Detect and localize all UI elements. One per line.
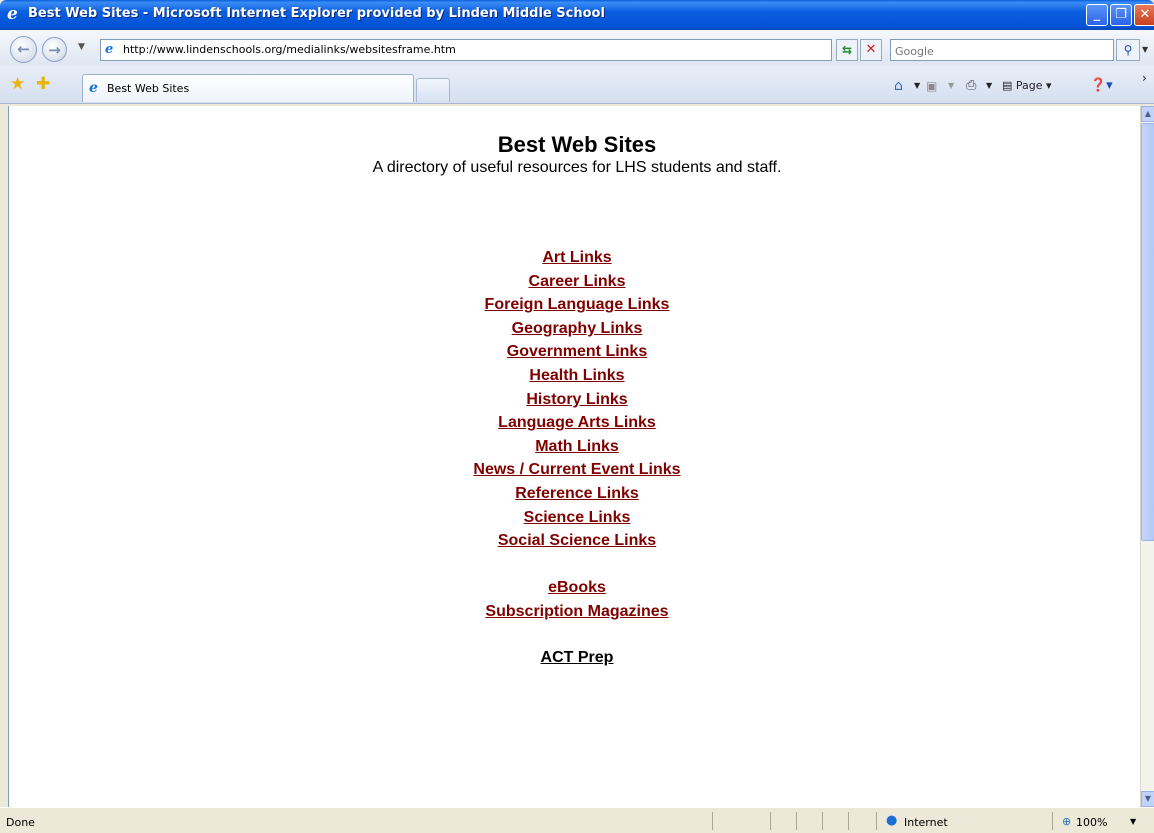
science-links-link[interactable]: Science Links xyxy=(524,509,631,526)
resource-link-list: eBooks Subscription Magazines xyxy=(9,576,1140,623)
stop-icon: ✕ xyxy=(865,42,877,57)
career-links-link[interactable]: Career Links xyxy=(529,273,626,290)
tab-label: Best Web Sites xyxy=(107,82,190,95)
stop-button[interactable]: ✕ xyxy=(860,39,882,61)
list-item: Math Links xyxy=(9,435,1140,459)
list-item: Career Links xyxy=(9,270,1140,294)
page-menu-button[interactable]: ▤ Page ▾ xyxy=(1002,78,1052,94)
favorites-star-icon[interactable]: ★ xyxy=(10,76,25,93)
act-prep-item: ACT Prep xyxy=(9,649,1140,667)
news-current-event-links-link[interactable]: News / Current Event Links xyxy=(473,461,680,478)
scrollbar-thumb[interactable] xyxy=(1141,123,1154,541)
refresh-icon: ⇆ xyxy=(841,43,853,57)
recent-pages-dropdown[interactable]: ▼ xyxy=(78,42,85,52)
list-item: eBooks xyxy=(9,576,1140,600)
search-options-dropdown[interactable]: ▼ xyxy=(1142,45,1148,54)
maximize-button[interactable]: ❐ xyxy=(1110,4,1132,26)
status-divider xyxy=(876,812,877,830)
title-bar: e Best Web Sites - Microsoft Internet Ex… xyxy=(0,0,1154,30)
back-button[interactable]: ← xyxy=(10,36,37,63)
subscription-magazines-link[interactable]: Subscription Magazines xyxy=(485,603,668,620)
feeds-icon[interactable]: ▣ xyxy=(926,78,937,94)
list-item: Subscription Magazines xyxy=(9,600,1140,624)
subject-link-list: Art Links Career Links Foreign Language … xyxy=(9,246,1140,553)
browser-window: e Best Web Sites - Microsoft Internet Ex… xyxy=(0,0,1154,833)
help-icon[interactable]: ❓▾ xyxy=(1090,78,1113,94)
list-item: News / Current Event Links xyxy=(9,458,1140,482)
forward-arrow-icon: → xyxy=(48,41,61,59)
address-text[interactable]: http://www.lindenschools.org/medialinks/… xyxy=(123,43,456,56)
list-item: Government Links xyxy=(9,340,1140,364)
list-item: Health Links xyxy=(9,364,1140,388)
list-item: Foreign Language Links xyxy=(9,293,1140,317)
tab-best-web-sites[interactable]: e Best Web Sites xyxy=(82,74,414,102)
status-divider xyxy=(1052,812,1053,830)
geography-links-link[interactable]: Geography Links xyxy=(512,320,643,337)
window-title: Best Web Sites - Microsoft Internet Expl… xyxy=(28,6,605,21)
tab-toolbar: ★ ✚ e Best Web Sites ⌂ ▼ ▣ ▼ ⎙ ▼ ▤ Page … xyxy=(0,66,1154,104)
page-menu-label: Page xyxy=(1015,79,1043,92)
search-icon: ⚲ xyxy=(1123,43,1133,57)
status-divider xyxy=(822,812,823,830)
security-zone: Internet xyxy=(904,816,948,829)
history-links-link[interactable]: History Links xyxy=(526,391,627,408)
add-favorites-icon[interactable]: ✚ xyxy=(36,76,50,93)
status-bar: Done ● Internet ⊕ 100% ▼ xyxy=(0,807,1154,833)
page-content: Best Web Sites A directory of useful res… xyxy=(8,106,1140,807)
page-menu-icon: ▤ xyxy=(1002,79,1013,92)
chevron-more-icon[interactable]: › xyxy=(1142,70,1147,86)
close-button[interactable]: ✕ xyxy=(1134,4,1154,26)
address-toolbar: ← → ▼ e http://www.lindenschools.org/med… xyxy=(0,30,1154,66)
home-dropdown[interactable]: ▼ xyxy=(914,78,920,94)
home-icon[interactable]: ⌂ xyxy=(894,78,903,94)
math-links-link[interactable]: Math Links xyxy=(535,438,619,455)
back-arrow-icon: ← xyxy=(17,40,30,58)
scroll-up-button[interactable]: ▲ xyxy=(1141,106,1154,122)
act-prep-link[interactable]: ACT Prep xyxy=(541,649,614,666)
print-dropdown[interactable]: ▼ xyxy=(986,78,992,94)
search-button[interactable]: ⚲ xyxy=(1116,39,1140,61)
ie-logo-icon: e xyxy=(7,4,18,24)
foreign-language-links-link[interactable]: Foreign Language Links xyxy=(485,296,670,313)
scroll-down-button[interactable]: ▼ xyxy=(1141,791,1154,807)
new-tab-button[interactable] xyxy=(416,78,450,102)
print-icon[interactable]: ⎙ xyxy=(966,78,976,94)
page-title: Best Web Sites xyxy=(497,132,657,157)
government-links-link[interactable]: Government Links xyxy=(507,343,647,360)
zoom-level[interactable]: 100% xyxy=(1076,816,1107,829)
vertical-scrollbar[interactable]: ▲ ▼ xyxy=(1140,106,1154,807)
list-item: Social Science Links xyxy=(9,529,1140,553)
page-icon: e xyxy=(89,80,98,96)
social-science-links-link[interactable]: Social Science Links xyxy=(498,532,656,549)
minimize-button[interactable]: _ xyxy=(1086,4,1108,26)
language-arts-links-link[interactable]: Language Arts Links xyxy=(498,414,656,431)
list-item: Language Arts Links xyxy=(9,411,1140,435)
list-item: Science Links xyxy=(9,506,1140,530)
list-item: Reference Links xyxy=(9,482,1140,506)
art-links-link[interactable]: Art Links xyxy=(542,249,611,266)
status-divider xyxy=(848,812,849,830)
health-links-link[interactable]: Health Links xyxy=(529,367,624,384)
refresh-button[interactable]: ⇆ xyxy=(836,39,858,61)
search-field[interactable] xyxy=(890,39,1114,61)
feeds-dropdown[interactable]: ▼ xyxy=(948,78,954,94)
page-subtitle: A directory of useful resources for LHS … xyxy=(372,159,782,176)
status-text: Done xyxy=(6,816,35,829)
search-input[interactable] xyxy=(895,42,1105,61)
page-icon: e xyxy=(105,42,114,57)
zoom-icon[interactable]: ⊕ xyxy=(1062,815,1071,828)
forward-button[interactable]: → xyxy=(42,37,67,62)
list-item: Geography Links xyxy=(9,317,1140,341)
reference-links-link[interactable]: Reference Links xyxy=(515,485,639,502)
status-divider xyxy=(770,812,771,830)
address-field[interactable]: e http://www.lindenschools.org/medialink… xyxy=(100,39,929,61)
list-item: Art Links xyxy=(9,246,1140,270)
ebooks-link[interactable]: eBooks xyxy=(548,579,606,596)
status-divider xyxy=(712,812,713,830)
zoom-dropdown[interactable]: ▼ xyxy=(1130,817,1136,826)
globe-icon: ● xyxy=(886,813,898,828)
list-item: History Links xyxy=(9,388,1140,412)
status-divider xyxy=(796,812,797,830)
